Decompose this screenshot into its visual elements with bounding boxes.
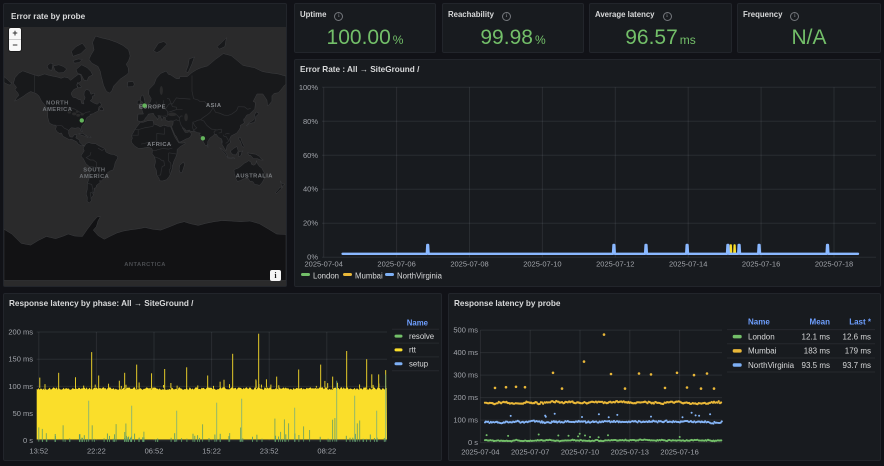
svg-text:100%: 100% bbox=[299, 83, 319, 92]
svg-text:2025-07-07: 2025-07-07 bbox=[511, 448, 549, 457]
svg-text:AUSTRALIA: AUSTRALIA bbox=[236, 173, 273, 179]
svg-text:2025-07-06: 2025-07-06 bbox=[377, 260, 415, 269]
svg-text:50 ms: 50 ms bbox=[13, 409, 34, 418]
svg-text:0%: 0% bbox=[307, 253, 318, 262]
svg-text:12.6 ms: 12.6 ms bbox=[843, 332, 871, 341]
svg-text:SOUTH: SOUTH bbox=[83, 167, 105, 173]
svg-text:2025-07-13: 2025-07-13 bbox=[611, 448, 649, 457]
svg-text:Mumbai: Mumbai bbox=[355, 272, 383, 281]
svg-text:2025-07-16: 2025-07-16 bbox=[742, 260, 780, 269]
svg-text:0 s: 0 s bbox=[468, 438, 478, 447]
svg-text:2025-07-16: 2025-07-16 bbox=[660, 448, 698, 457]
svg-text:100 ms: 100 ms bbox=[453, 416, 478, 425]
svg-text:300 ms: 300 ms bbox=[453, 371, 478, 380]
svg-text:2025-07-10: 2025-07-10 bbox=[523, 260, 561, 269]
svg-text:AFRICA: AFRICA bbox=[147, 142, 171, 148]
svg-text:200 ms: 200 ms bbox=[8, 328, 33, 337]
svg-text:13:52: 13:52 bbox=[29, 447, 48, 456]
svg-text:06:52: 06:52 bbox=[145, 447, 164, 456]
svg-text:London: London bbox=[313, 272, 339, 281]
svg-text:Name: Name bbox=[748, 318, 770, 327]
svg-text:183 ms: 183 ms bbox=[804, 347, 830, 356]
svg-text:2025-07-18: 2025-07-18 bbox=[815, 260, 853, 269]
svg-text:London: London bbox=[748, 332, 775, 341]
svg-text:0 s: 0 s bbox=[23, 436, 33, 445]
svg-text:500 ms: 500 ms bbox=[453, 326, 478, 335]
svg-text:resolve: resolve bbox=[409, 332, 434, 341]
svg-text:23:52: 23:52 bbox=[260, 447, 279, 456]
svg-text:Mumbai: Mumbai bbox=[748, 347, 777, 356]
svg-text:2025-07-08: 2025-07-08 bbox=[450, 260, 488, 269]
svg-text:Last *: Last * bbox=[849, 318, 872, 327]
svg-text:179 ms: 179 ms bbox=[845, 347, 871, 356]
svg-text:100 ms: 100 ms bbox=[8, 382, 33, 391]
svg-text:Mean: Mean bbox=[810, 318, 831, 327]
svg-text:NorthVirginia: NorthVirginia bbox=[748, 361, 795, 370]
svg-text:setup: setup bbox=[409, 360, 429, 369]
svg-text:NorthVirginia: NorthVirginia bbox=[397, 272, 443, 281]
svg-text:Name: Name bbox=[407, 319, 429, 328]
svg-text:2025-07-10: 2025-07-10 bbox=[561, 448, 599, 457]
svg-text:2025-07-04: 2025-07-04 bbox=[461, 448, 499, 457]
svg-text:80%: 80% bbox=[303, 117, 318, 126]
svg-text:40%: 40% bbox=[303, 185, 318, 194]
svg-text:rtt: rtt bbox=[409, 346, 417, 355]
svg-text:ASIA: ASIA bbox=[206, 103, 221, 109]
svg-text:400 ms: 400 ms bbox=[453, 348, 478, 357]
svg-text:AMERICA: AMERICA bbox=[43, 107, 73, 113]
svg-text:08:22: 08:22 bbox=[317, 447, 336, 456]
svg-text:22:22: 22:22 bbox=[87, 447, 106, 456]
svg-text:20%: 20% bbox=[303, 219, 318, 228]
svg-text:93.7 ms: 93.7 ms bbox=[843, 361, 871, 370]
svg-text:12.1 ms: 12.1 ms bbox=[802, 332, 830, 341]
svg-text:60%: 60% bbox=[303, 151, 318, 160]
svg-text:AMERICA: AMERICA bbox=[79, 174, 109, 180]
svg-text:2025-07-12: 2025-07-12 bbox=[596, 260, 634, 269]
svg-text:150 ms: 150 ms bbox=[8, 355, 33, 364]
svg-text:2025-07-14: 2025-07-14 bbox=[669, 260, 707, 269]
svg-text:15:22: 15:22 bbox=[202, 447, 221, 456]
svg-text:ANTARCTICA: ANTARCTICA bbox=[124, 262, 166, 268]
svg-text:93.5 ms: 93.5 ms bbox=[802, 361, 830, 370]
svg-text:NORTH: NORTH bbox=[46, 100, 69, 106]
svg-text:200 ms: 200 ms bbox=[453, 393, 478, 402]
